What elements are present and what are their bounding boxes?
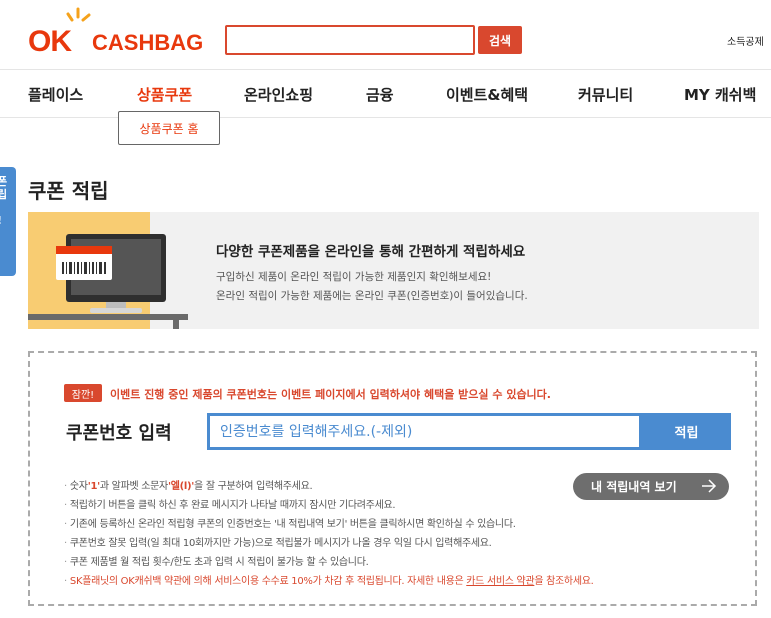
side-floating-tab[interactable]: 폰립! — [0, 167, 16, 276]
search-button[interactable]: 검색 — [478, 26, 522, 54]
arrow-right-icon — [702, 479, 717, 493]
search-field[interactable] — [225, 25, 475, 55]
guide-item: · 기존에 등록하신 온라인 적립형 쿠폰의 인증번호는 '내 적립내역 보기' … — [64, 515, 516, 530]
bullet-icon: · — [64, 481, 67, 492]
guide-item-fee: · SK플래닛의 OK캐쉬백 약관에 의해 서비스이용 수수료 10%가 차감 후… — [64, 572, 594, 587]
bullet-icon: · — [64, 557, 67, 568]
bullet-icon: · — [64, 538, 67, 549]
guide-text: 을 잘 구분하여 입력해주세요. — [194, 481, 313, 492]
header-divider — [0, 69, 771, 70]
guide-text: 과 알파벳 소문자 — [99, 481, 168, 492]
guide-highlight: '엘(l)' — [167, 481, 195, 492]
guide-item: · 숫자'1'과 알파벳 소문자'엘(l)'을 잘 구분하여 입력해주세요. — [64, 477, 313, 492]
card-terms-link[interactable]: 카드 서비스 약관 — [466, 576, 534, 587]
page-title: 쿠폰 적립 — [28, 179, 109, 203]
banner-text-1: 구입하신 제품이 온라인 적립이 가능한 제품인지 확인해보세요! — [216, 271, 492, 283]
bullet-icon: · — [64, 576, 67, 587]
info-banner: 다양한 쿠폰제품을 온라인을 통해 간편하게 적립하세요 구입하신 제품이 온라… — [28, 212, 759, 329]
nav-item-events[interactable]: 이벤트&혜택 — [446, 84, 528, 105]
guide-item: · 적립하기 버튼을 클릭 하신 후 완료 메시지가 나타날 때까지 잠시만 기다… — [64, 496, 396, 511]
guide-text: 쿠폰번호 잘못 입력(일 최대 10회까지만 가능)으로 적립불가 메시지가 나… — [69, 538, 492, 549]
logo-burst-icon — [66, 7, 91, 22]
submenu-coupon-home[interactable]: 상품쿠폰 홈 — [118, 111, 220, 145]
monitor-coupon-illustration — [28, 234, 188, 329]
submit-coupon-button[interactable]: 적립 — [642, 413, 731, 450]
nav-item-my-cashbag[interactable]: MY 캐쉬백 — [684, 84, 756, 105]
coupon-code-field[interactable] — [207, 413, 642, 450]
bullet-icon: · — [64, 519, 67, 530]
notice-badge: 잠깐! — [64, 384, 102, 402]
coupon-input-label: 쿠폰번호 입력 — [66, 423, 172, 444]
nav-item-online-shopping[interactable]: 온라인쇼핑 — [244, 84, 313, 105]
notice-text: 이벤트 진행 중인 제품의 쿠폰번호는 이벤트 페이지에서 입력하셔야 혜택을 … — [110, 388, 551, 401]
guide-text: 숫자 — [69, 481, 88, 492]
guide-text: 을 참조하세요. — [534, 576, 594, 587]
banner-heading: 다양한 쿠폰제품을 온라인을 통해 간편하게 적립하세요 — [216, 244, 526, 260]
tax-deduction-link[interactable]: 소득공제 — [727, 33, 764, 48]
search-input[interactable] — [227, 27, 473, 51]
nav-item-finance[interactable]: 금융 — [366, 84, 394, 105]
my-history-button[interactable]: 내 적립내역 보기 — [573, 473, 729, 500]
guide-text: 쿠폰 제품별 월 적립 횟수/한도 초과 입력 시 적립이 불가능 할 수 있습… — [69, 557, 369, 568]
nav-item-community[interactable]: 커뮤니티 — [578, 84, 633, 105]
guide-text: SK플래닛의 OK캐쉬백 약관에 의해 서비스이용 수수료 10%가 차감 후 … — [69, 576, 467, 587]
guide-text: 기존에 등록하신 온라인 적립형 쿠폰의 인증번호는 '내 적립내역 보기' 버… — [69, 519, 516, 530]
bullet-icon: · — [64, 500, 67, 511]
nav-divider — [0, 117, 771, 118]
nav-item-place[interactable]: 플레이스 — [28, 84, 83, 105]
my-history-label: 내 적립내역 보기 — [591, 480, 677, 494]
guide-item: · 쿠폰 제품별 월 적립 횟수/한도 초과 입력 시 적립이 불가능 할 수 있… — [64, 553, 369, 568]
side-tab-text: 폰립! — [0, 175, 8, 227]
guide-highlight: '1' — [87, 481, 100, 492]
banner-text-2: 온라인 적립이 가능한 제품에는 온라인 쿠폰(인증번호)이 들어있습니다. — [216, 290, 528, 302]
nav-item-product-coupon[interactable]: 상품쿠폰 — [137, 84, 192, 105]
guide-item: · 쿠폰번호 잘못 입력(일 최대 10회까지만 가능)으로 적립불가 메시지가 … — [64, 534, 492, 549]
coupon-code-input[interactable] — [210, 416, 639, 447]
logo-cashbag-text: CASHBAG — [92, 30, 204, 55]
logo-ok-text: OK — [28, 25, 72, 58]
coupon-entry-panel: 잠깐! 이벤트 진행 중인 제품의 쿠폰번호는 이벤트 페이지에서 입력하셔야 … — [28, 351, 757, 606]
guide-text: 적립하기 버튼을 클릭 하신 후 완료 메시지가 나타날 때까지 잠시만 기다려… — [69, 500, 396, 511]
